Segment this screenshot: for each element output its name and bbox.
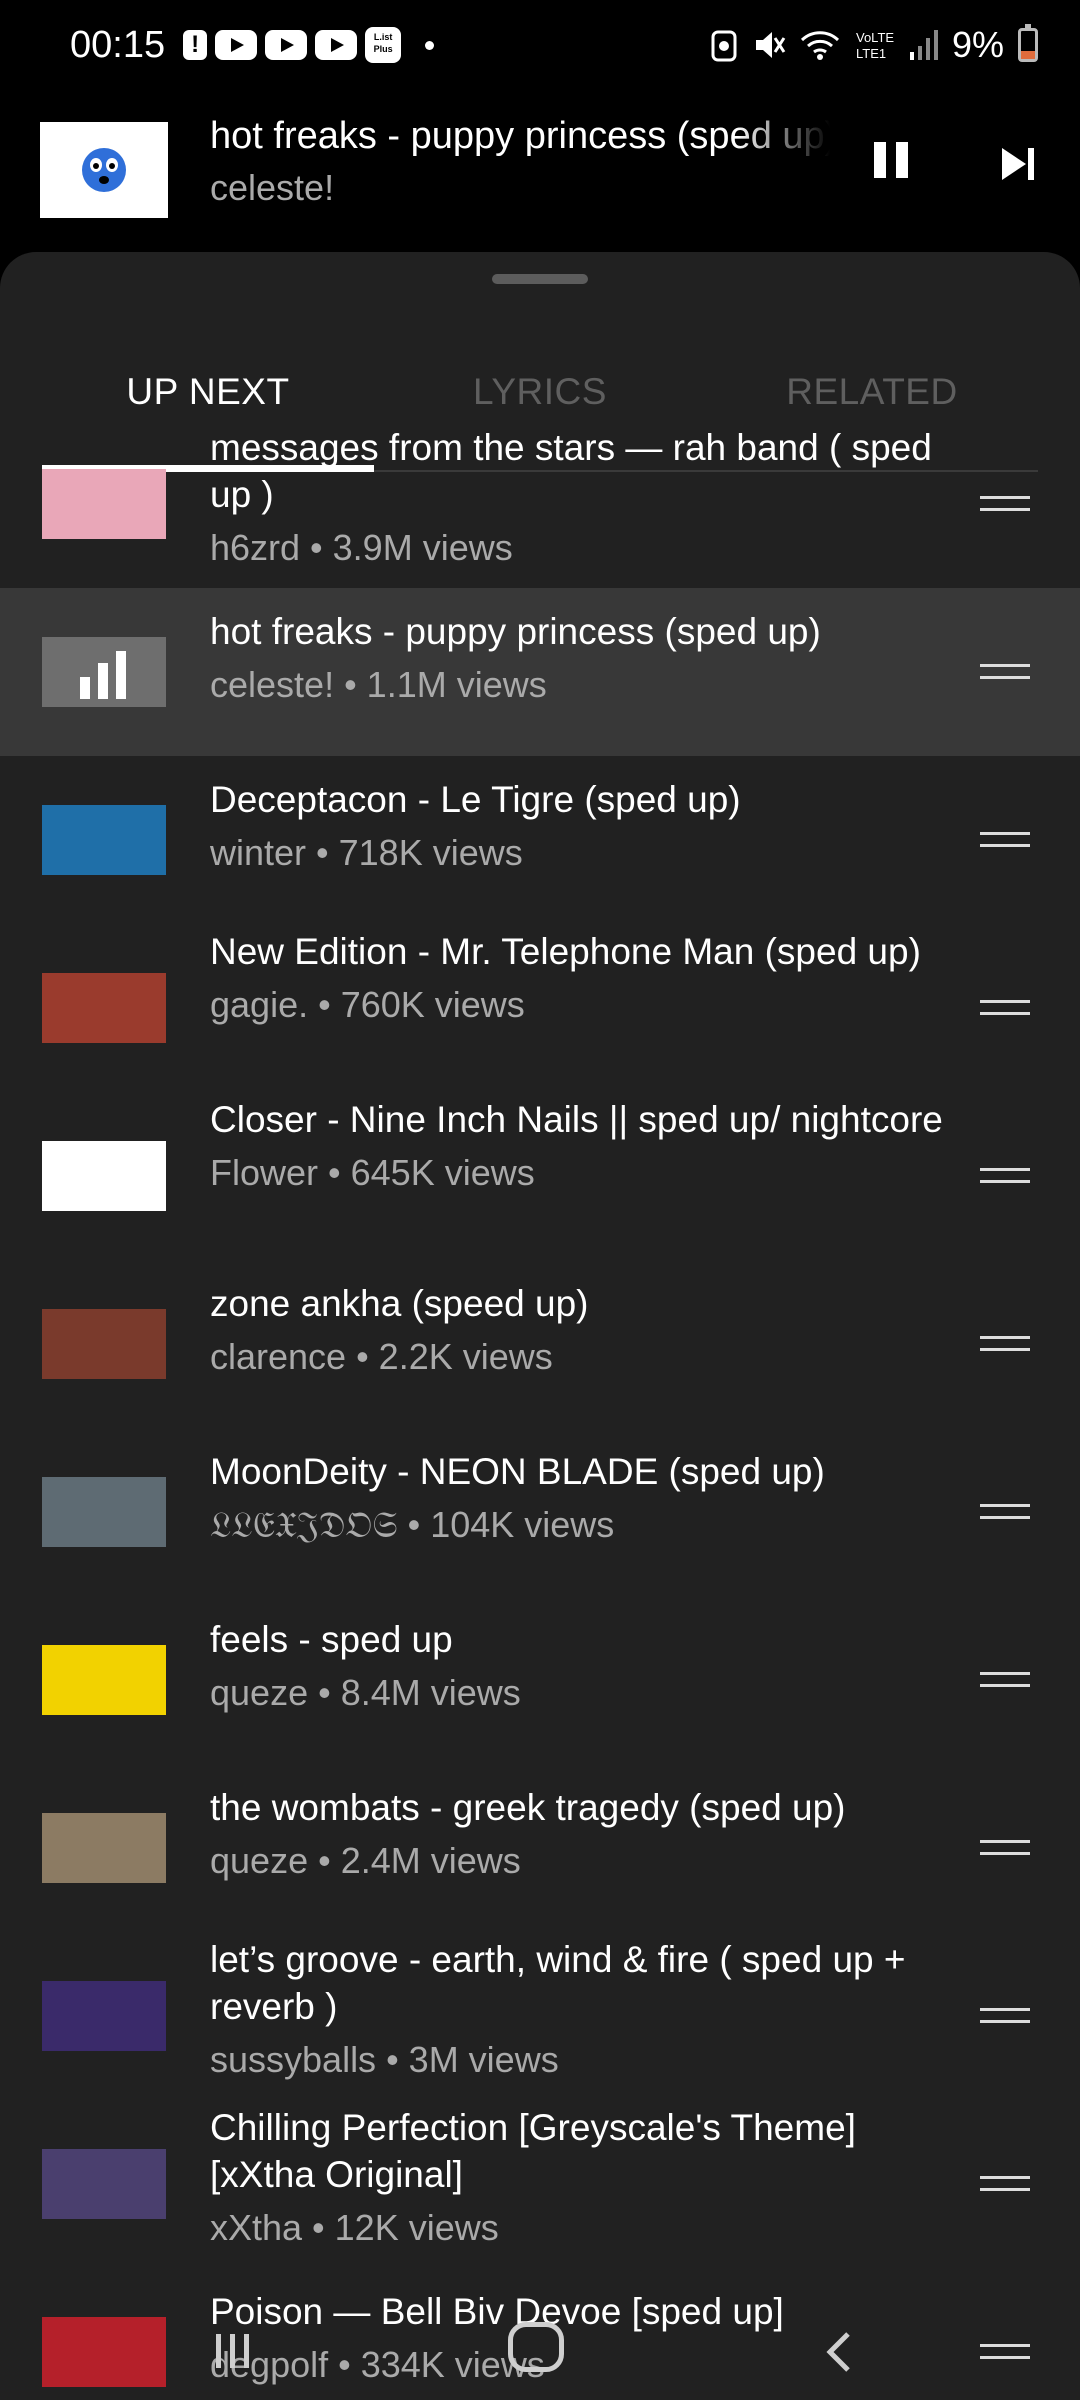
recent-apps-button[interactable]: [214, 2330, 254, 2370]
queue-item-meta: queze • 2.4M views: [210, 1840, 521, 1881]
status-bar: 00:15 ! L.ist Plus VoLTE LTE1 9%: [0, 0, 1080, 90]
queue-item-meta: gagie. • 760K views: [210, 984, 525, 1025]
drag-handle-icon[interactable]: [980, 996, 1030, 1020]
queue-item[interactable]: hot freaks - puppy princess (sped up) cel…: [0, 588, 1080, 756]
system-nav-bar: [0, 2300, 1080, 2400]
queue-item[interactable]: let’s groove - earth, wind & fire ( sped…: [0, 1932, 1080, 2100]
up-next-list: messages from the stars — rah band ( spe…: [0, 420, 1080, 2400]
queue-item-title: let’s groove - earth, wind & fire ( sped…: [210, 1939, 906, 2027]
queue-sheet: UP NEXT LYRICS RELATED messages from the…: [0, 252, 1080, 2400]
back-button[interactable]: [820, 2330, 860, 2374]
queue-item-thumbnail: [42, 2149, 166, 2219]
queue-item[interactable]: Chilling Perfection [Greyscale's Theme] …: [0, 2100, 1080, 2268]
queue-item-thumbnail: [42, 1981, 166, 2051]
drag-handle-icon[interactable]: [980, 1836, 1030, 1860]
notification-icons: ! L.ist Plus: [183, 27, 435, 63]
more-notifications-dot-icon: [425, 40, 435, 50]
queue-item-thumbnail: [42, 1141, 166, 1211]
skip-next-button[interactable]: [998, 144, 1038, 184]
pause-button[interactable]: [872, 142, 912, 188]
queue-item-thumbnail: [42, 1645, 166, 1715]
queue-item-thumbnail: [42, 1813, 166, 1883]
youtube-notification-icon: [315, 30, 358, 60]
sheet-drag-handle[interactable]: [492, 274, 588, 284]
drag-handle-icon[interactable]: [980, 1668, 1030, 1692]
queue-item-thumbnail: [42, 637, 166, 707]
queue-item[interactable]: feels - sped up queze • 8.4M views: [0, 1596, 1080, 1764]
queue-item[interactable]: zone ankha (speed up) clarence • 2.2K vie…: [0, 1260, 1080, 1428]
queue-item-title: zone ankha (speed up): [210, 1283, 589, 1324]
queue-item-meta: h6zrd • 3.9M views: [210, 527, 513, 568]
queue-item-meta: winter • 718K views: [210, 832, 523, 873]
queue-item[interactable]: Deceptacon - Le Tigre (sped up) winter • …: [0, 756, 1080, 924]
drag-handle-icon[interactable]: [980, 1500, 1030, 1524]
queue-item-meta: xXtha • 12K views: [210, 2207, 499, 2248]
queue-item-title: messages from the stars — rah band ( spe…: [210, 427, 932, 515]
queue-item[interactable]: Closer - Nine Inch Nails || sped up/ nig…: [0, 1092, 1080, 1260]
now-playing-artist: celeste!: [210, 167, 335, 208]
drag-handle-icon[interactable]: [980, 1164, 1030, 1188]
queue-item[interactable]: messages from the stars — rah band ( spe…: [0, 420, 1080, 588]
wifi-icon: [800, 31, 840, 60]
queue-item-title: MoonDeity - NEON BLADE (sped up): [210, 1451, 825, 1492]
queue-item-thumbnail: [42, 973, 166, 1043]
queue-item-title: the wombats - greek tragedy (sped up): [210, 1787, 846, 1828]
queue-item-thumbnail: [42, 469, 166, 539]
recycle-icon: [711, 30, 737, 62]
mute-icon: [755, 32, 786, 58]
queue-item-title: feels - sped up: [210, 1619, 453, 1660]
queue-item-title: Closer - Nine Inch Nails || sped up/ nig…: [210, 1099, 943, 1140]
queue-item[interactable]: New Edition - Mr. Telephone Man (sped up…: [0, 924, 1080, 1092]
mini-player[interactable]: hot freaks - puppy princess (sped up) ce…: [0, 90, 1080, 250]
queue-item-title: Deceptacon - Le Tigre (sped up): [210, 779, 741, 820]
queue-item-thumbnail: [42, 1477, 166, 1547]
queue-item-meta: Flower • 645K views: [210, 1152, 535, 1193]
status-time: 00:15: [70, 23, 166, 66]
queue-item-meta: sussyballs • 3M views: [210, 2039, 559, 2080]
alert-icon: !: [183, 30, 208, 60]
battery-percent: 9%: [951, 24, 1004, 65]
queue-item-meta: queze • 8.4M views: [210, 1672, 521, 1713]
back-icon: [826, 2332, 850, 2372]
volte-icon: VoLTELTE1: [856, 30, 894, 61]
queue-item[interactable]: the wombats - greek tragedy (sped up) que…: [0, 1764, 1080, 1932]
now-playing-title: hot freaks - puppy princess (sped up): [210, 115, 830, 157]
youtube-notification-icon: [265, 30, 308, 60]
svg-text:VoLTE: VoLTE: [856, 30, 894, 45]
now-playing-bars-icon: [42, 637, 166, 707]
queue-item-title: New Edition - Mr. Telephone Man (sped up…: [210, 931, 921, 972]
svg-text:LTE1: LTE1: [856, 46, 886, 61]
app-notification-icon: L.ist Plus: [365, 27, 402, 63]
queue-item-title: hot freaks - puppy princess (sped up): [210, 611, 821, 652]
drag-handle-icon[interactable]: [980, 2004, 1030, 2028]
drag-handle-icon[interactable]: [980, 492, 1030, 516]
queue-item-thumbnail: [42, 805, 166, 875]
queue-item-thumbnail: [42, 1309, 166, 1379]
signal-icon: [909, 30, 938, 60]
skip-next-icon: [1002, 148, 1034, 180]
youtube-notification-icon: [215, 30, 258, 60]
queue-item[interactable]: MoonDeity - NEON BLADE (sped up) 𝔏𝔏𝔈𝔛𝔍𝔇𝔒𝔖…: [0, 1428, 1080, 1596]
drag-handle-icon[interactable]: [980, 660, 1030, 684]
home-button[interactable]: [508, 2322, 564, 2372]
queue-item-meta: celeste! • 1.1M views: [210, 664, 547, 705]
battery-icon: [1018, 24, 1038, 62]
queue-item-title: Chilling Perfection [Greyscale's Theme] …: [210, 2107, 856, 2195]
queue-item-meta: clarence • 2.2K views: [210, 1336, 553, 1377]
now-playing-thumbnail[interactable]: [40, 122, 168, 218]
drag-handle-icon[interactable]: [980, 828, 1030, 852]
queue-item-meta: 𝔏𝔏𝔈𝔛𝔍𝔇𝔒𝔖 • 104K views: [210, 1504, 615, 1545]
drag-handle-icon[interactable]: [980, 1332, 1030, 1356]
drag-handle-icon[interactable]: [980, 2172, 1030, 2196]
